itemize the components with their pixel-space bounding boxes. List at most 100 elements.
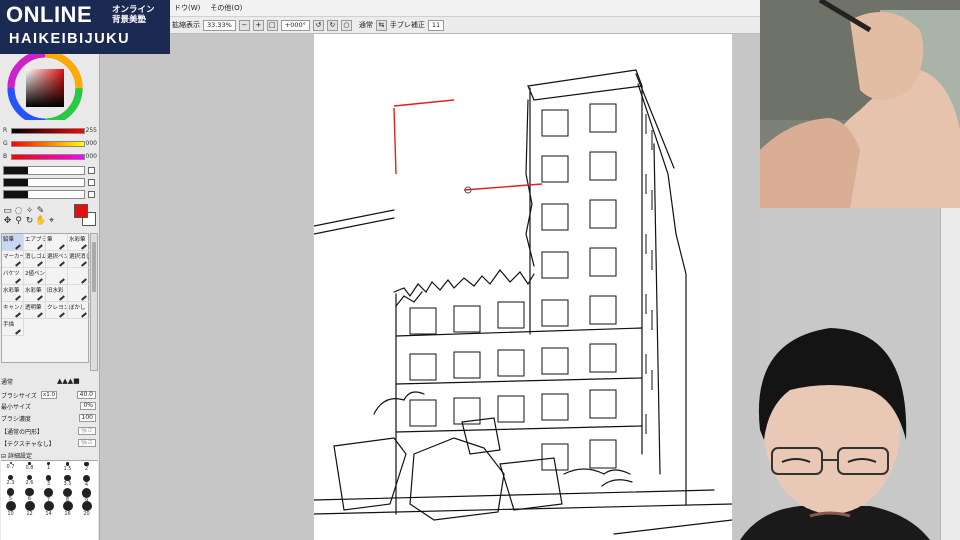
blue-track[interactable] (11, 154, 85, 160)
size-preset[interactable]: 14 (39, 500, 58, 517)
texture-row[interactable]: 【テクスチャなし】 強さ (1, 439, 98, 448)
brush-tool[interactable]: 水彩筆 (68, 234, 90, 251)
rotate-reset-button[interactable]: ○ (340, 19, 352, 31)
brush-tool[interactable]: 水彩筆 (2, 285, 24, 302)
brush-tool[interactable]: 選択ペン (46, 251, 68, 268)
gray-swatch-3[interactable] (3, 190, 85, 199)
size-preset[interactable]: 16 (58, 500, 77, 517)
menu-other[interactable]: その他(O) (210, 3, 242, 13)
min-size-value[interactable]: 0% (80, 402, 96, 410)
brush-tool[interactable]: ぼかし (68, 302, 90, 319)
brush-tool[interactable]: 選択消し (68, 251, 90, 268)
flip-button[interactable]: ⇆ (375, 19, 387, 31)
brush-tool[interactable]: マーカー (2, 251, 24, 268)
brush-tool[interactable]: 透明筆 (24, 302, 46, 319)
size-preset[interactable]: 3.5 (58, 474, 77, 487)
brush-tool[interactable]: 筆 (46, 234, 68, 251)
zoom-field[interactable]: 33.33% (203, 19, 236, 31)
brush-size-row[interactable]: ブラシサイズ x1.0 40.0 (1, 391, 98, 400)
move-icon[interactable]: ✥ (2, 216, 13, 226)
magic-wand-icon[interactable]: ✧ (24, 206, 35, 216)
blend-mode-label[interactable]: 通常 (359, 20, 373, 30)
size-preset[interactable]: 1.5 (58, 461, 77, 474)
blue-slider[interactable]: B 000 (3, 153, 97, 161)
zoom-in-button[interactable]: + (252, 19, 264, 31)
brush-tool[interactable]: キャンバス (2, 302, 24, 319)
size-preset-label: 0.8 (25, 464, 34, 471)
brush-tool[interactable] (46, 268, 68, 285)
lasso-icon[interactable]: ◌ (13, 206, 24, 216)
rotate-icon[interactable]: ↻ (24, 216, 35, 226)
size-preset[interactable]: 2 (77, 461, 96, 474)
brush-tool[interactable]: バケツ (2, 268, 24, 285)
size-preset-label: 3 (46, 480, 51, 487)
size-preset[interactable]: 5 (1, 487, 20, 502)
green-slider[interactable]: G 000 (3, 140, 97, 148)
color-pick-icon[interactable]: ⌖ (46, 216, 57, 226)
color-wheel[interactable] (5, 48, 95, 120)
stabilizer-select[interactable]: 11 (427, 19, 445, 31)
size-preset[interactable]: 0.7 (1, 461, 20, 474)
select-rect-icon[interactable]: ▭ (2, 206, 13, 216)
rotate-left-button[interactable]: ↺ (312, 19, 324, 31)
zoom-out-button[interactable]: − (238, 19, 250, 31)
brush-tool[interactable]: 旧水彩 (46, 285, 68, 302)
brush-tool[interactable]: 手描 (2, 319, 24, 336)
brush-shape-icons[interactable]: ▲▲▲■ (57, 377, 80, 385)
swatch-checkbox-3[interactable] (88, 191, 95, 198)
texture-select[interactable]: 【テクスチャなし】 (1, 441, 55, 448)
size-preset[interactable]: 20 (77, 500, 96, 517)
brush-tool[interactable] (68, 268, 90, 285)
size-preset[interactable]: 3 (39, 474, 58, 487)
size-preset[interactable]: 1 (39, 461, 58, 474)
scroll-thumb[interactable] (92, 242, 96, 292)
brush-tool[interactable] (68, 285, 90, 302)
right-panel-strip[interactable] (940, 208, 960, 540)
size-preset[interactable]: 2.3 (1, 474, 20, 487)
brush-tool[interactable]: エアブラシ (24, 234, 46, 251)
swatch-checkbox-1[interactable] (88, 167, 95, 174)
size-preset[interactable]: 6 (20, 487, 39, 502)
size-preset[interactable]: 4 (77, 474, 96, 488)
red-track[interactable] (11, 128, 85, 134)
size-preset[interactable]: 7 (39, 487, 58, 503)
gray-swatch-1[interactable] (3, 166, 85, 175)
shape-select[interactable]: 【通常の円形】 (1, 429, 43, 436)
size-preset[interactable]: 10 (1, 500, 20, 517)
hand-icon[interactable]: ✋ (35, 216, 46, 226)
detail-settings-row[interactable]: ⊟ 詳細設定 (1, 451, 98, 460)
building-sketch[interactable] (314, 34, 732, 540)
min-size-row[interactable]: 最小サイズ 0% (1, 402, 98, 411)
mode-row[interactable]: 通常 ▲▲▲■ (1, 377, 98, 386)
size-preset[interactable]: 8 (58, 487, 77, 503)
density-row[interactable]: ブラシ濃度 100 (1, 414, 98, 423)
size-preset[interactable]: 9 (77, 487, 96, 504)
green-track[interactable] (11, 141, 85, 147)
shape-row[interactable]: 【通常の円形】 強さ (1, 427, 98, 436)
zoom-reset-button[interactable]: □ (266, 19, 278, 31)
menu-window[interactable]: ドウ(W) (174, 3, 200, 13)
expand-icon[interactable]: ⊟ (1, 453, 6, 460)
eyedropper-icon[interactable]: ✎ (35, 206, 46, 216)
brush-size-value[interactable]: 40.0 (76, 391, 96, 399)
foreground-color-swatch[interactable] (74, 204, 88, 218)
swatch-checkbox-2[interactable] (88, 179, 95, 186)
brush-tool-label: エアブラシ (25, 237, 45, 243)
size-preset[interactable]: 0.8 (20, 461, 39, 474)
size-preset[interactable]: 12 (20, 500, 39, 517)
rotation-field[interactable]: +000° (280, 19, 310, 31)
rotate-right-button[interactable]: ↻ (326, 19, 338, 31)
size-preset[interactable]: 2.6 (20, 474, 39, 487)
size-multiplier[interactable]: x1.0 (41, 391, 58, 399)
zoom-icon[interactable]: ⚲ (13, 216, 24, 226)
size-preset-label: 2 (84, 466, 89, 473)
brush-tool[interactable]: 鉛筆 (2, 234, 24, 251)
red-slider[interactable]: R 255 (3, 127, 97, 135)
gray-swatch-2[interactable] (3, 178, 85, 187)
brush-tool[interactable]: 2値ペン (24, 268, 46, 285)
density-value[interactable]: 100 (78, 414, 96, 422)
brush-tool[interactable]: クレヨン (46, 302, 68, 319)
brush-tool[interactable]: 水彩筆 (24, 285, 46, 302)
brush-scrollbar[interactable] (90, 233, 98, 371)
brush-tool[interactable]: 消しゴム (24, 251, 46, 268)
